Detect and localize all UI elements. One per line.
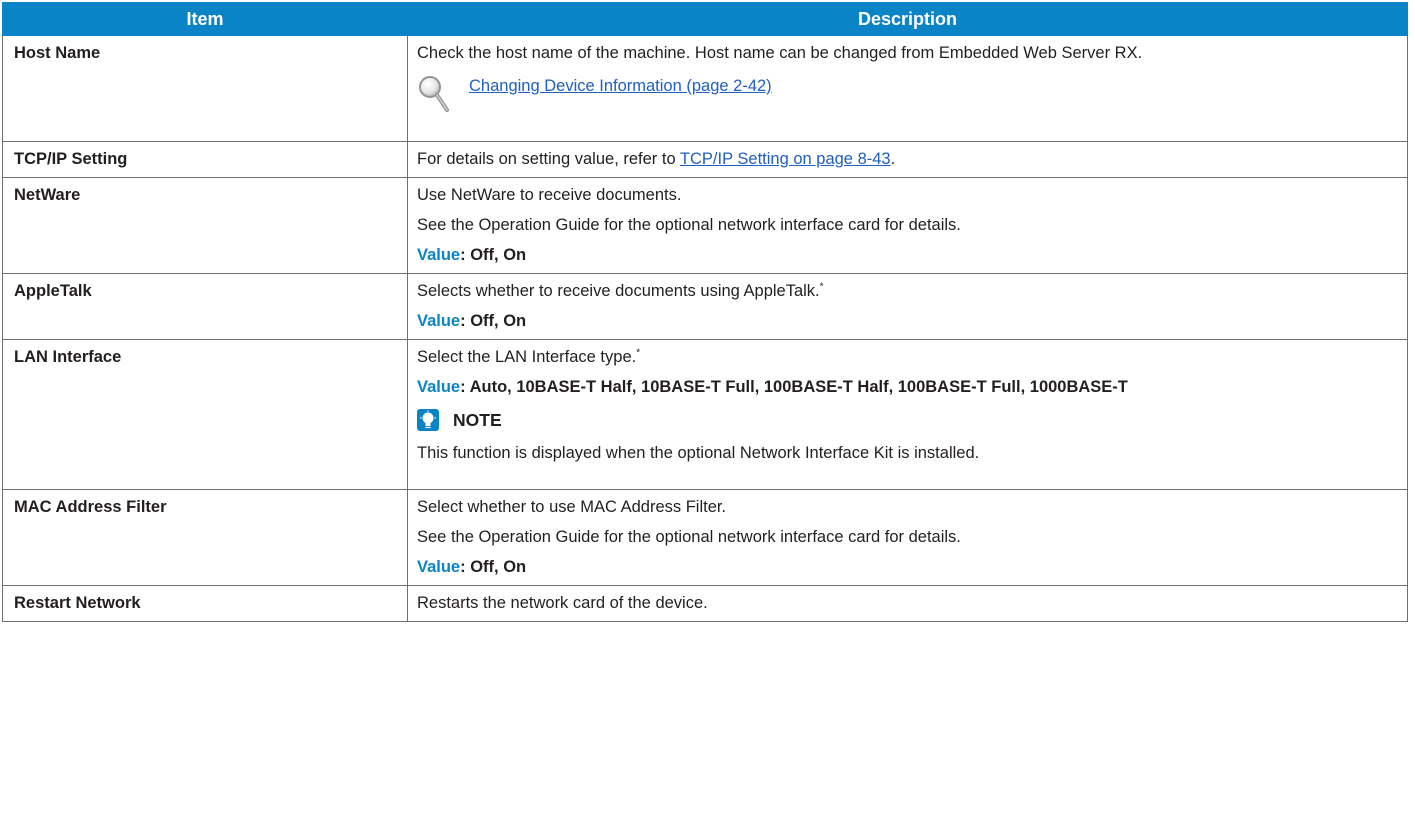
- desc-line: Use NetWare to receive documents.: [417, 186, 682, 204]
- value-options: : Off, On: [460, 246, 527, 264]
- desc-lan-interface: Select the LAN Interface type.* Value: A…: [407, 339, 1408, 490]
- value-line: Value: Off, On: [417, 245, 1398, 265]
- item-restart-network: Restart Network: [2, 585, 408, 622]
- value-label: Value: [417, 312, 461, 330]
- reference-link-block: Changing Device Information (page 2-42): [417, 73, 1398, 113]
- value-line: Value: Off, On: [417, 557, 1398, 577]
- table-row: LAN Interface Select the LAN Interface t…: [2, 339, 1408, 490]
- desc-text: For details on setting value, refer to: [417, 150, 680, 168]
- desc-text: Select the LAN Interface type.: [417, 348, 637, 366]
- desc-text: Selects whether to receive documents usi…: [417, 282, 820, 300]
- desc-line: Select whether to use MAC Address Filter…: [417, 498, 727, 516]
- desc-line: Select the LAN Interface type.*: [417, 347, 1398, 367]
- value-label: Value: [417, 558, 461, 576]
- settings-table: Item Description Host Name Check the hos…: [2, 2, 1408, 622]
- link-changing-device-information[interactable]: Changing Device Information (page 2-42): [469, 76, 772, 96]
- item-appletalk: AppleTalk: [2, 273, 408, 340]
- desc-netware: Use NetWare to receive documents. See th…: [407, 177, 1408, 274]
- desc-text-end: .: [890, 150, 896, 168]
- desc-text: Check the host name of the machine. Host…: [417, 44, 1143, 62]
- magnifier-icon: [419, 76, 449, 112]
- desc-host-name: Check the host name of the machine. Host…: [407, 35, 1408, 142]
- table-row: NetWare Use NetWare to receive documents…: [2, 177, 1408, 274]
- note-text: This function is displayed when the opti…: [417, 444, 980, 462]
- table-header-row: Item Description: [2, 2, 1408, 36]
- link-tcpip-setting[interactable]: TCP/IP Setting on page 8-43: [680, 150, 891, 168]
- item-tcpip-setting: TCP/IP Setting: [2, 141, 408, 178]
- value-line: Value: Auto, 10BASE-T Half, 10BASE-T Ful…: [417, 377, 1398, 397]
- table-row: Host Name Check the host name of the mac…: [2, 35, 1408, 142]
- item-mac-address-filter: MAC Address Filter: [2, 489, 408, 586]
- header-description: Description: [407, 2, 1408, 36]
- desc-restart-network: Restarts the network card of the device.: [407, 585, 1408, 622]
- desc-mac-address-filter: Select whether to use MAC Address Filter…: [407, 489, 1408, 586]
- desc-line: See the Operation Guide for the optional…: [417, 216, 961, 234]
- header-item: Item: [2, 2, 408, 36]
- item-host-name: Host Name: [2, 35, 408, 142]
- value-label: Value: [417, 378, 461, 396]
- note-heading: NOTE: [417, 409, 1398, 431]
- desc-appletalk: Selects whether to receive documents usi…: [407, 273, 1408, 340]
- desc-line: Selects whether to receive documents usi…: [417, 281, 1398, 301]
- table-row: AppleTalk Selects whether to receive doc…: [2, 273, 1408, 340]
- footnote-mark: *: [636, 347, 641, 359]
- table-row: MAC Address Filter Select whether to use…: [2, 489, 1408, 586]
- table-row: TCP/IP Setting For details on setting va…: [2, 141, 1408, 178]
- value-options: : Off, On: [460, 558, 527, 576]
- note-bulb-icon: [417, 409, 439, 431]
- value-line: Value: Off, On: [417, 311, 1398, 331]
- value-options: : Off, On: [460, 312, 527, 330]
- footnote-mark: *: [819, 281, 824, 293]
- desc-line: See the Operation Guide for the optional…: [417, 528, 961, 546]
- value-options: : Auto, 10BASE-T Half, 10BASE-T Full, 10…: [460, 378, 1128, 396]
- item-netware: NetWare: [2, 177, 408, 274]
- desc-tcpip-setting: For details on setting value, refer to T…: [407, 141, 1408, 178]
- item-lan-interface: LAN Interface: [2, 339, 408, 490]
- note-title: NOTE: [453, 410, 502, 430]
- value-label: Value: [417, 246, 461, 264]
- table-row: Restart Network Restarts the network car…: [2, 585, 1408, 622]
